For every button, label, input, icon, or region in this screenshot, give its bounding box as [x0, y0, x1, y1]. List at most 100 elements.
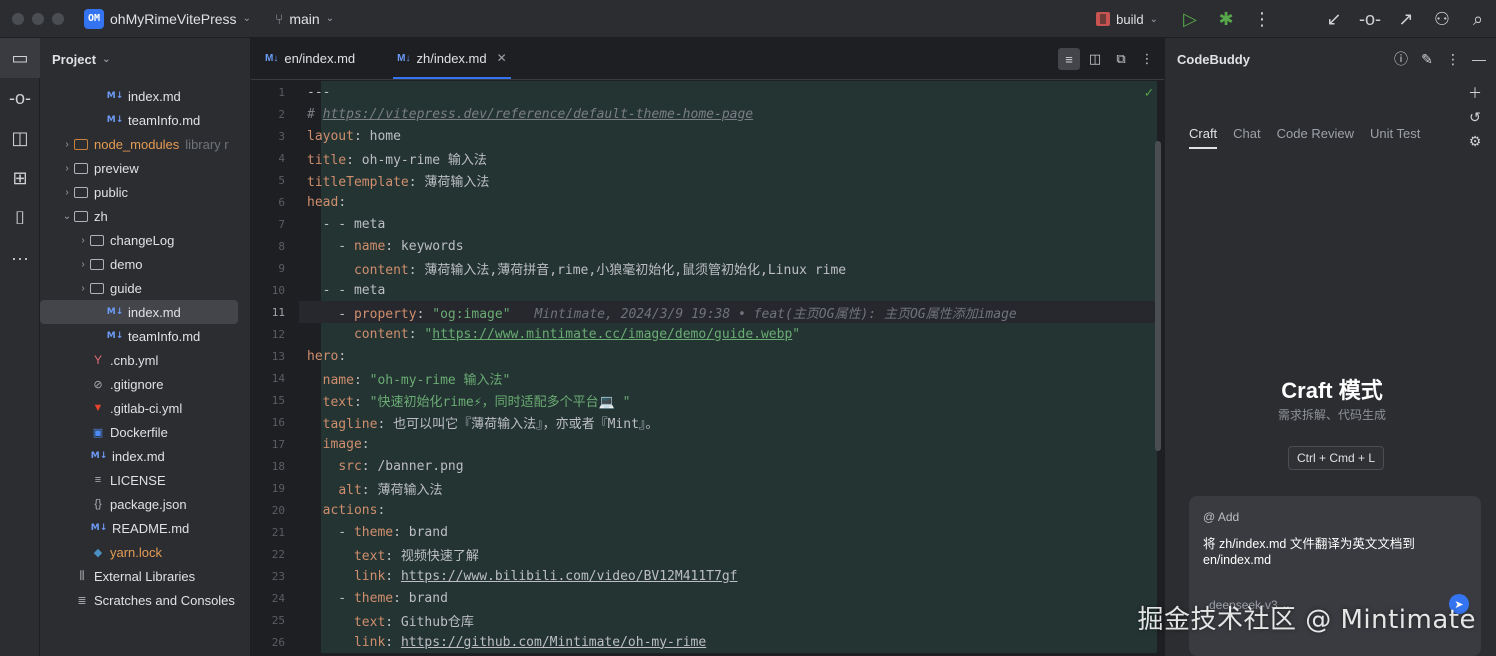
code-line[interactable]: 17 image:: [251, 433, 1165, 455]
minimize-icon[interactable]: —: [1470, 48, 1488, 70]
code-line[interactable]: 7 - - meta: [251, 213, 1165, 235]
code-line[interactable]: 5 titleTemplate: 薄荷输入法: [251, 169, 1165, 191]
bookmark-icon[interactable]: ⌷: [0, 198, 40, 238]
tree-item[interactable]: › demo: [40, 252, 250, 276]
code-area[interactable]: ✓ 1 --- 2 # https://vitepress.dev/referenc…: [251, 81, 1165, 656]
chevron-icon[interactable]: ›: [76, 283, 90, 294]
project-name[interactable]: ohMyRimeVitePress: [110, 11, 237, 27]
tab-en-index[interactable]: M↓ en/index.md: [251, 37, 369, 79]
code-line[interactable]: 24 - theme: brand: [251, 587, 1165, 609]
tree-item[interactable]: › changeLog: [40, 228, 250, 252]
code-line[interactable]: 6 head:: [251, 191, 1165, 213]
run-configuration-selector[interactable]: build ⌄: [1096, 12, 1158, 27]
chevron-icon[interactable]: ›: [76, 235, 90, 246]
tab-unit-test[interactable]: Unit Test: [1370, 126, 1420, 149]
tree-item[interactable]: Y .cnb.yml: [40, 348, 250, 372]
chevron-icon[interactable]: ›: [60, 163, 74, 174]
plugins-icon[interactable]: ⊞: [0, 158, 40, 198]
code-line[interactable]: 3 layout: home: [251, 125, 1165, 147]
settings-icon[interactable]: ⚙: [1468, 132, 1482, 150]
commit-icon[interactable]: -o-: [0, 78, 40, 118]
chevron-icon[interactable]: ⌄: [60, 211, 74, 222]
code-line[interactable]: 15 text: "快速初始化rime⚡，同时适配多个平台💻 ": [251, 389, 1165, 411]
tree-item[interactable]: › preview: [40, 156, 250, 180]
tab-code-review[interactable]: Code Review: [1277, 126, 1354, 149]
tree-item[interactable]: M↓ index.md: [40, 444, 250, 468]
tree-item[interactable]: ⊘ .gitignore: [40, 372, 250, 396]
code-line[interactable]: 20 actions:: [251, 499, 1165, 521]
vcs-push-icon[interactable]: ↗: [1388, 0, 1424, 38]
project-badge[interactable]: OM: [84, 8, 104, 29]
code-line[interactable]: 18 src: /banner.png: [251, 455, 1165, 477]
tree-item[interactable]: {} package.json: [40, 492, 250, 516]
code-line[interactable]: 25 text: Github仓库: [251, 609, 1165, 631]
tree-item[interactable]: M↓ README.md: [40, 516, 250, 540]
tree-item[interactable]: › node_modules library r: [40, 132, 250, 156]
code-line[interactable]: 10 - - meta: [251, 279, 1165, 301]
tree-item[interactable]: ◆ yarn.lock: [40, 540, 250, 564]
close-window-button[interactable]: [12, 12, 24, 25]
tree-item[interactable]: ≣ Scratches and Consoles: [40, 588, 250, 612]
code-line[interactable]: 8 - name: keywords: [251, 235, 1165, 257]
vcs-update-icon[interactable]: ↙: [1316, 0, 1352, 38]
tab-craft[interactable]: Craft: [1189, 126, 1218, 149]
chevron-down-icon[interactable]: ⌄: [243, 13, 251, 24]
history-icon[interactable]: ↺: [1468, 108, 1482, 126]
tree-item[interactable]: ⌄ zh: [40, 204, 250, 228]
tree-item[interactable]: › public: [40, 180, 250, 204]
more-icon[interactable]: ⋮: [1444, 48, 1462, 70]
tab-chat[interactable]: Chat: [1233, 126, 1260, 149]
tree-item[interactable]: M↓ index.md: [40, 84, 250, 108]
split-view-icon[interactable]: ◫: [1084, 48, 1106, 70]
code-line[interactable]: 26 link: https://github.com/Mintimate/oh…: [251, 631, 1165, 653]
code-line[interactable]: 12 content: "https://www.mintimate.cc/im…: [251, 323, 1165, 345]
close-icon[interactable]: ✕: [497, 51, 507, 65]
code-line[interactable]: 2 # https://vitepress.dev/reference/defau…: [251, 103, 1165, 125]
tree-item[interactable]: ⫼ External Libraries: [40, 564, 250, 588]
code-line[interactable]: 16 tagline: 也可以叫它『薄荷输入法』，亦或者『Mint』。: [251, 411, 1165, 433]
tree-item[interactable]: ▣ Dockerfile: [40, 420, 250, 444]
more-icon[interactable]: ⋮: [1136, 48, 1158, 70]
tree-item[interactable]: ≡ LICENSE: [40, 468, 250, 492]
code-line-current[interactable]: 11 - property: "og:image" Mintimate, 2024…: [251, 301, 1165, 323]
help-icon[interactable]: ⓘ: [1392, 48, 1410, 70]
run-icon[interactable]: ▷: [1172, 0, 1208, 38]
tree-item[interactable]: M↓ index.md: [40, 300, 238, 324]
edit-icon[interactable]: ✎: [1418, 48, 1436, 70]
code-line[interactable]: 13 hero:: [251, 345, 1165, 367]
tree-item[interactable]: › guide: [40, 276, 250, 300]
minimize-window-button[interactable]: [32, 12, 44, 25]
branch-name[interactable]: main: [289, 11, 319, 27]
tree-item[interactable]: M↓ teamInfo.md: [40, 324, 250, 348]
code-line[interactable]: 23 link: https://www.bilibili.com/video/…: [251, 565, 1165, 587]
vcs-commit-icon[interactable]: -o-: [1352, 0, 1388, 38]
code-line[interactable]: 21 - theme: brand: [251, 521, 1165, 543]
search-icon[interactable]: ⌕: [1460, 0, 1496, 38]
no-problems-check-icon[interactable]: ✓: [1145, 85, 1153, 101]
code-line[interactable]: 22 text: 视频快速了解: [251, 543, 1165, 565]
tab-zh-index[interactable]: M↓ zh/index.md ✕: [383, 37, 521, 79]
code-view-icon[interactable]: ≡: [1058, 48, 1080, 70]
add-context-button[interactable]: @ Add: [1203, 510, 1239, 524]
code-line[interactable]: 14 name: "oh-my-rime 输入法": [251, 367, 1165, 389]
new-chat-icon[interactable]: ＋: [1468, 84, 1482, 102]
chevron-icon[interactable]: ›: [60, 139, 74, 150]
more-icon[interactable]: ⋮: [1244, 0, 1280, 38]
code-line[interactable]: 4 title: oh-my-rime 输入法: [251, 147, 1165, 169]
zoom-window-button[interactable]: [52, 12, 64, 25]
debug-icon[interactable]: ✱: [1208, 0, 1244, 38]
folder-icon[interactable]: ▭: [0, 38, 40, 78]
code-line[interactable]: 19 alt: 薄荷输入法: [251, 477, 1165, 499]
chevron-icon[interactable]: ›: [76, 259, 90, 270]
tree-item[interactable]: M↓ teamInfo.md: [40, 108, 250, 132]
tree-item[interactable]: ▼ .gitlab-ci.yml: [40, 396, 250, 420]
prompt-input[interactable]: 将 zh/index.md 文件翻译为英文文档到 en/index.md: [1203, 536, 1463, 568]
chevron-down-icon[interactable]: ⌄: [326, 13, 334, 24]
chevron-icon[interactable]: ›: [60, 187, 74, 198]
code-line[interactable]: 9 content: 薄荷输入法,薄荷拼音,rime,小狼毫初始化,鼠须管初始化…: [251, 257, 1165, 279]
editor-scrollbar[interactable]: [1155, 141, 1161, 451]
git-blame-inlay[interactable]: Mintimate, 2024/3/9 19:38 • feat(主页OG属性)…: [535, 307, 1017, 322]
add-user-icon[interactable]: ⚇: [1424, 0, 1460, 38]
code-line[interactable]: 1 ---: [251, 81, 1165, 103]
structure-icon[interactable]: ◫: [0, 118, 40, 158]
